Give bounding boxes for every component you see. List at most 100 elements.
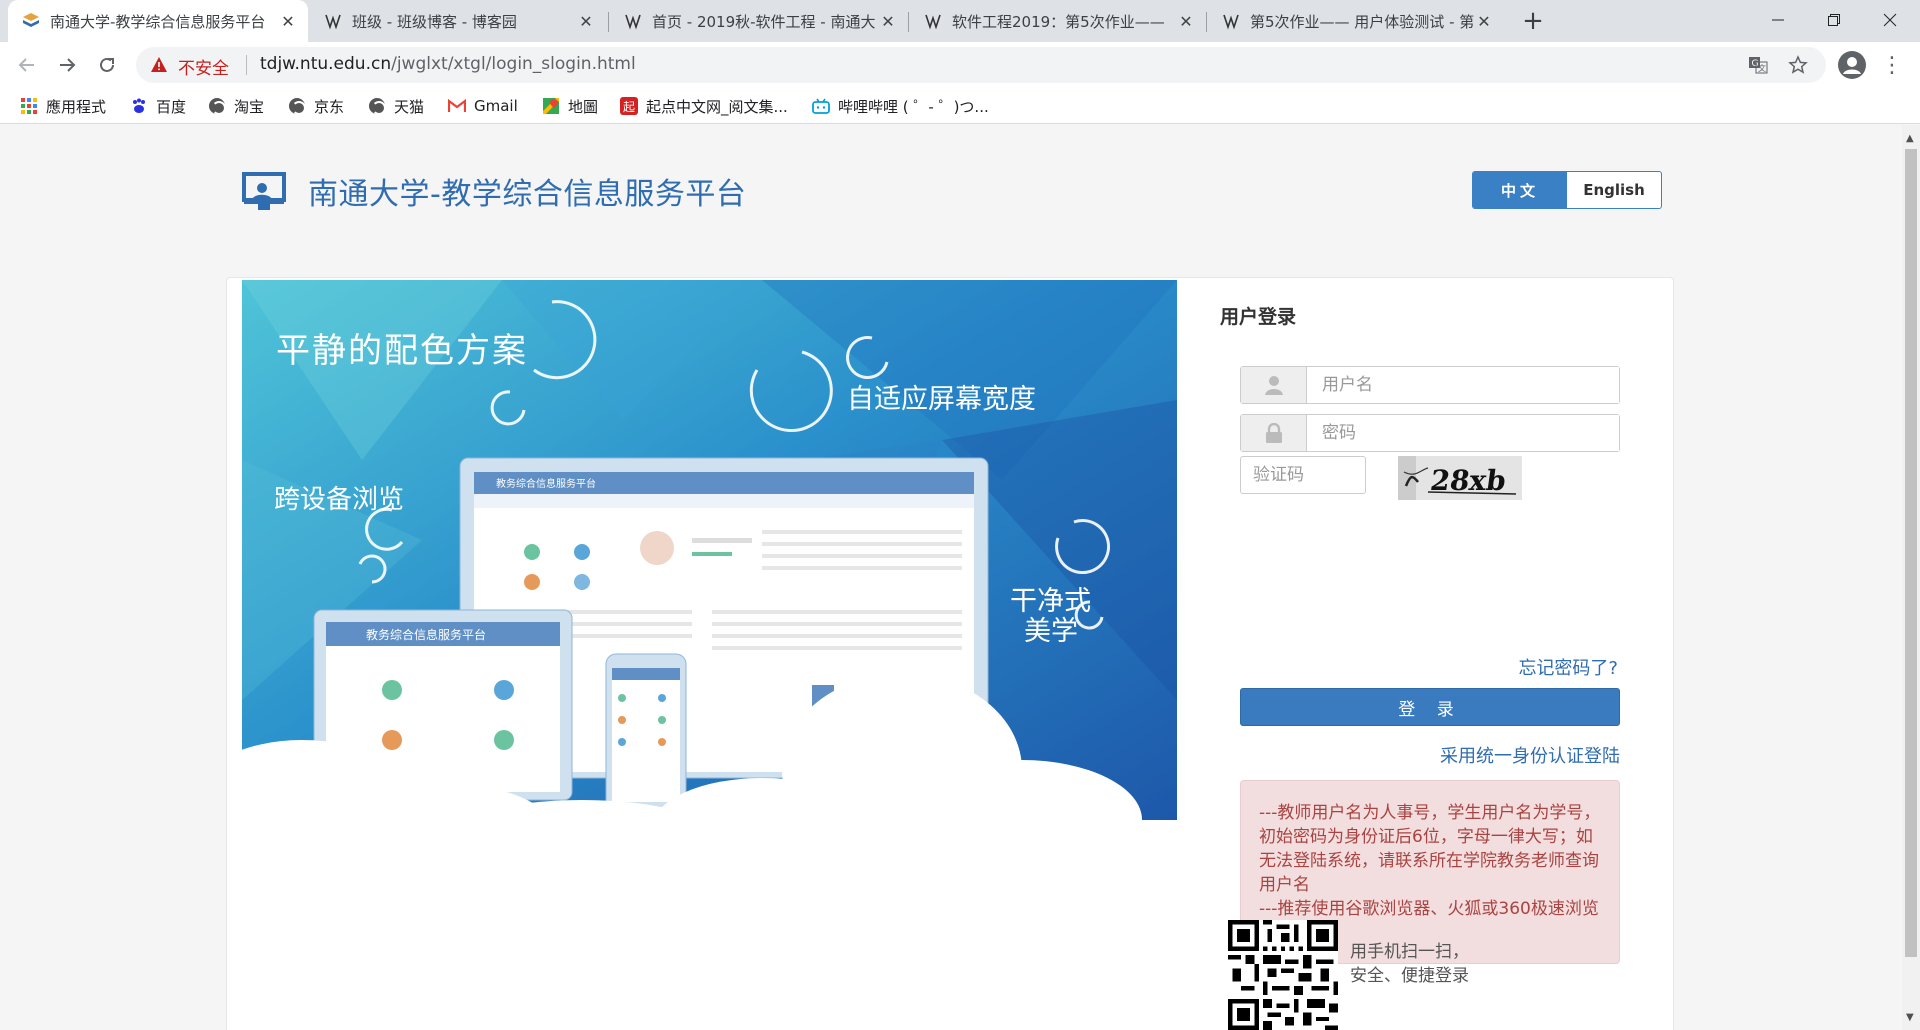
scroll-up-arrow-icon[interactable]: ▲: [1906, 133, 1916, 145]
tab-separator: [908, 12, 909, 32]
tab-separator: [608, 12, 609, 32]
language-switcher: 中文 English: [1472, 171, 1662, 209]
window-minimize-icon[interactable]: [1748, 0, 1808, 40]
profile-avatar-icon[interactable]: [1838, 51, 1866, 79]
window-restore-icon[interactable]: [1804, 0, 1864, 40]
bookmark-gmail[interactable]: Gmail: [448, 94, 518, 118]
captcha-input[interactable]: [1240, 456, 1366, 494]
bilibili-icon: [812, 97, 830, 115]
tab-title: 第5次作业—— 用户体验测试 - 第: [1250, 12, 1474, 31]
banner-slogan-5: 美学: [1024, 616, 1078, 647]
scroll-thumb[interactable]: [1905, 149, 1917, 957]
apps-grid-icon: [20, 97, 38, 115]
tab-close-icon[interactable]: ✕: [278, 11, 298, 31]
bookmarks-bar: 應用程式 百度 淘宝 京东 天猫 Gmail 地圖 起 起点中文网_阅文集...: [0, 88, 1920, 124]
reload-icon[interactable]: [92, 50, 122, 80]
tab-cnblogs-homework[interactable]: 软件工程2019：第5次作业—— ✕: [910, 0, 1206, 42]
phone-mockup: [605, 653, 687, 815]
feature-banner: 平静的配色方案 自适应屏幕宽度 跨设备浏览 干净式 美学 教务综合信息服务平台: [242, 280, 1177, 848]
sso-login-link[interactable]: 采用统一身份认证登陆: [1440, 742, 1620, 768]
bookmark-label: 百度: [156, 97, 187, 116]
login-button[interactable]: 登 录: [1240, 688, 1620, 726]
cnblogs-favicon-icon: [624, 12, 642, 30]
scroll-down-arrow-icon[interactable]: ▼: [1906, 1012, 1916, 1024]
password-input[interactable]: [1308, 415, 1619, 451]
bookmark-label: 京东: [314, 97, 345, 116]
tab-close-icon[interactable]: ✕: [878, 11, 898, 31]
lang-english-button[interactable]: English: [1567, 172, 1661, 208]
notice-line-1: ---教师用户名为人事号，学生用户名为学号，初始密码为身份证后6位，字母一律大写…: [1259, 803, 1601, 895]
url-text[interactable]: tdjw.ntu.edu.cn/jwglxt/xtgl/login_slogin…: [260, 54, 636, 74]
tab-ntu-portal[interactable]: 南通大学-教学综合信息服务平台 ✕: [8, 0, 308, 42]
tab-close-icon[interactable]: ✕: [1176, 11, 1196, 31]
banner-slogan-1: 平静的配色方案: [276, 331, 528, 371]
login-panel: 用户登录 28xb 忘记密码了? 登 录: [1202, 280, 1658, 964]
tab-cnblogs-ux-test[interactable]: 第5次作业—— 用户体验测试 - 第 ✕: [1208, 0, 1504, 42]
bookmark-label: 淘宝: [234, 97, 265, 116]
forward-arrow-icon[interactable]: [52, 50, 82, 80]
tab-title: 软件工程2019：第5次作业——: [952, 12, 1165, 31]
more-menu-icon[interactable]: ⋮: [1880, 50, 1904, 80]
tab-title: 首页 - 2019秋-软件工程 - 南通大: [652, 12, 876, 31]
insecure-label[interactable]: 不安全: [178, 54, 229, 79]
captcha-image[interactable]: 28xb: [1398, 456, 1522, 500]
tab-cnblogs-course[interactable]: 首页 - 2019秋-软件工程 - 南通大 ✕: [610, 0, 908, 42]
bookmark-label: 哔哩哔哩 ( ゜- ゜)つ...: [838, 97, 989, 116]
bookmark-jd[interactable]: 京东: [288, 94, 344, 118]
page-scrollbar[interactable]: ▲ ▼: [1902, 125, 1920, 1030]
page-viewport: 南通大学-教学综合信息服务平台 中文 English 平静的配色方案 自适应屏幕…: [0, 125, 1902, 1030]
window-close-icon[interactable]: [1860, 0, 1920, 40]
ntu-favicon-icon: [22, 12, 40, 30]
bookmark-apps[interactable]: 應用程式: [20, 94, 106, 118]
bookmark-star-icon[interactable]: [1786, 53, 1810, 77]
translate-icon[interactable]: G文: [1746, 53, 1770, 77]
bookmark-bilibili[interactable]: 哔哩哔哩 ( ゜- ゜)つ...: [812, 94, 989, 118]
cnblogs-favicon-icon: [924, 12, 942, 30]
tab-title: 班级 - 班级博客 - 博客园: [352, 12, 517, 31]
new-tab-plus-icon[interactable]: +: [1518, 6, 1548, 36]
bookmark-label: 天猫: [394, 97, 425, 116]
ntu-logo-icon: [240, 170, 288, 212]
bookmark-label: 應用程式: [46, 97, 107, 116]
bookmark-taobao[interactable]: 淘宝: [208, 94, 264, 118]
back-arrow-icon[interactable]: [12, 50, 42, 80]
warning-triangle-icon[interactable]: [150, 56, 168, 78]
lang-chinese-button[interactable]: 中文: [1473, 172, 1567, 208]
qr-code-image: [1228, 920, 1338, 1030]
bookmark-label: Gmail: [474, 97, 518, 115]
lock-icon: [1241, 415, 1307, 451]
banner-slogan-4: 干净式: [1010, 586, 1091, 617]
svg-text:起: 起: [623, 100, 635, 114]
maps-icon: [542, 97, 560, 115]
qr-caption-line-1: 用手机扫一扫，: [1350, 942, 1469, 962]
bookmark-tmall[interactable]: 天猫: [368, 94, 424, 118]
password-group: [1240, 414, 1620, 452]
tab-cnblogs-class[interactable]: 班级 - 班级博客 - 博客园 ✕: [310, 0, 606, 42]
username-group: [1240, 366, 1620, 404]
cnblogs-favicon-icon: [324, 12, 342, 30]
gmail-icon: [448, 97, 466, 115]
mockup-window-title: 教务综合信息服务平台: [496, 477, 596, 490]
address-divider: [246, 55, 247, 75]
tab-title: 南通大学-教学综合信息服务平台: [50, 12, 266, 31]
tab-close-icon[interactable]: ✕: [1474, 11, 1494, 31]
address-bar[interactable]: 不安全 tdjw.ntu.edu.cn/jwglxt/xtgl/login_sl…: [136, 47, 1826, 83]
baidu-paw-icon: [130, 97, 148, 115]
forgot-password-link[interactable]: 忘记密码了?: [1518, 654, 1618, 680]
bookmark-label: 地圖: [568, 97, 599, 116]
cnblogs-favicon-icon: [1222, 12, 1240, 30]
bookmark-qidian[interactable]: 起 起点中文网_阅文集...: [620, 94, 788, 118]
username-input[interactable]: [1308, 367, 1619, 403]
banner-slogan-2: 自适应屏幕宽度: [847, 384, 1036, 415]
site-title: 南通大学-教学综合信息服务平台: [308, 177, 747, 212]
bookmark-maps[interactable]: 地圖: [542, 94, 598, 118]
login-heading: 用户登录: [1220, 306, 1297, 328]
tab-close-icon[interactable]: ✕: [576, 11, 596, 31]
url-path: /jwglxt/xtgl/login_slogin.html: [391, 54, 636, 74]
bookmark-baidu[interactable]: 百度: [130, 94, 186, 118]
qr-caption-line-2: 安全、便捷登录: [1350, 966, 1469, 986]
globe-icon: [288, 97, 306, 115]
qr-caption: 用手机扫一扫， 安全、便捷登录: [1350, 940, 1469, 988]
url-host: tdjw.ntu.edu.cn: [260, 54, 392, 74]
svg-text:文: 文: [1758, 63, 1766, 73]
